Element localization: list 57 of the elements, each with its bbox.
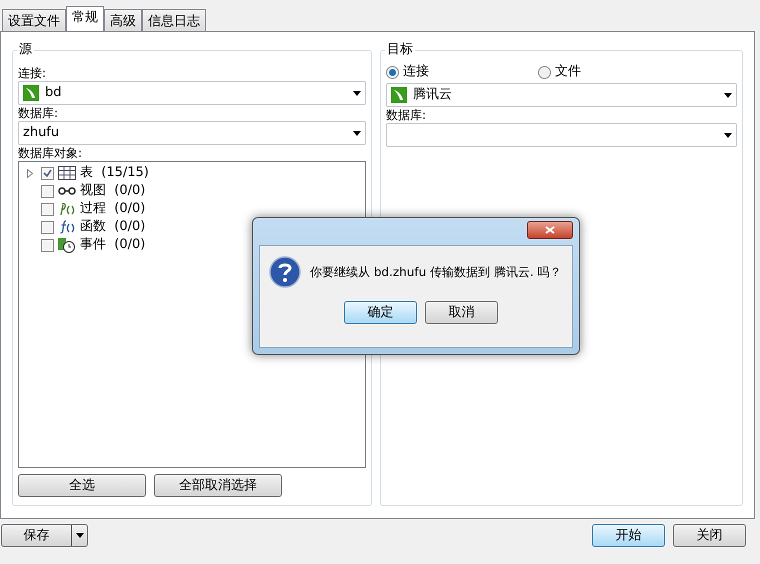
checkbox[interactable]: [41, 166, 54, 180]
checkbox[interactable]: [41, 238, 54, 252]
select-all-button[interactable]: 全选: [18, 474, 146, 497]
radio-button[interactable]: [538, 66, 551, 78]
procedure-icon: [59, 202, 75, 216]
dialog-message: 你要继续从 bd.zhufu 传输数据到 腾讯云. 吗？: [310, 264, 562, 281]
close-button[interactable]: [527, 221, 573, 239]
database-dropdown[interactable]: [386, 123, 737, 147]
tree-item-label: 表 (15/15): [80, 164, 149, 182]
checkbox[interactable]: [41, 202, 54, 216]
connection-dropdown[interactable]: bd: [18, 81, 366, 105]
tree-item[interactable]: 表 (15/15): [22, 164, 365, 182]
expand-arrow-icon: [27, 168, 33, 178]
radio-option[interactable]: 连接: [386, 62, 538, 82]
caret-icon: [724, 132, 732, 138]
tree-item-label: 过程 (0/0): [80, 200, 146, 218]
caret-icon: [353, 90, 361, 96]
tree-item[interactable]: 事件 (0/0): [22, 236, 365, 254]
checkbox[interactable]: [41, 184, 54, 198]
tab[interactable]: 高级: [104, 9, 142, 31]
function-icon: [59, 220, 75, 234]
tree-item-label: 视图 (0/0): [80, 182, 146, 200]
close-button[interactable]: 关闭: [673, 524, 746, 547]
field-label: 连接:: [18, 65, 48, 81]
close-icon: [545, 226, 555, 234]
event-clock-icon: [58, 237, 76, 253]
save-split-button[interactable]: 保存: [1, 524, 88, 547]
database-leaf-icon: [23, 85, 39, 101]
tab[interactable]: 信息日志: [142, 9, 206, 31]
tab[interactable]: 常规: [66, 6, 104, 31]
radio-button[interactable]: [386, 66, 399, 78]
tree-item[interactable]: 函数 (0/0): [22, 218, 365, 236]
database-dropdown[interactable]: zhufu: [18, 121, 366, 145]
tree-item-label: 事件 (0/0): [80, 236, 146, 254]
tree-item[interactable]: 过程 (0/0): [22, 200, 365, 218]
caret-icon: [353, 130, 361, 136]
start-button[interactable]: 开始: [592, 524, 665, 547]
table-grid-icon: [58, 166, 76, 180]
deselect-all-button[interactable]: 全部取消选择: [154, 474, 282, 497]
question-icon: [269, 256, 301, 288]
database-leaf-icon: [391, 87, 407, 103]
checkbox[interactable]: [41, 220, 54, 234]
confirm-button[interactable]: 确定: [344, 301, 417, 324]
glasses-icon: [58, 187, 76, 195]
tab[interactable]: 设置文件: [2, 9, 66, 31]
connection-dropdown[interactable]: 腾讯云: [386, 83, 737, 107]
field-label: 数据库:: [386, 107, 428, 123]
radio-option[interactable]: 文件: [538, 62, 690, 82]
field-label: 数据库对象:: [18, 145, 84, 161]
group-title: 目标: [385, 42, 415, 58]
tree-item-label: 函数 (0/0): [80, 218, 146, 236]
caret-icon: [724, 92, 732, 98]
tree-item[interactable]: 视图 (0/0): [22, 182, 365, 200]
cancel-button[interactable]: 取消: [425, 301, 498, 324]
group-title: 源: [17, 42, 34, 58]
caret-icon: [76, 533, 84, 538]
field-label: 数据库:: [18, 105, 60, 121]
